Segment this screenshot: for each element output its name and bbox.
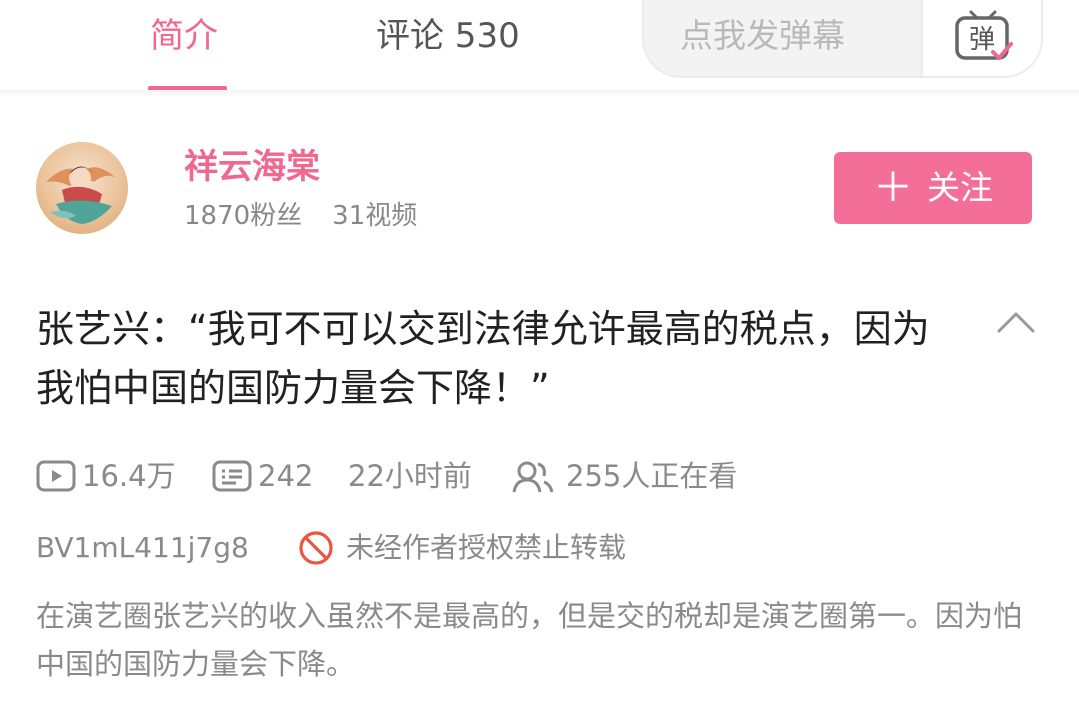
danmaku-toggle-button[interactable]: 弹	[921, 0, 1041, 76]
forbidden-icon	[299, 531, 333, 565]
uploader-stats: 1870粉丝 31视频	[184, 198, 417, 234]
tab-divider	[0, 90, 1079, 98]
play-icon	[36, 460, 76, 492]
danmaku-count-value: 242	[258, 459, 314, 493]
avatar[interactable]	[36, 142, 128, 234]
avatar-image	[46, 166, 116, 224]
danmaku-toggle-icon: 弹	[955, 10, 1013, 60]
danmaku-toggle-glyph: 弹	[969, 25, 995, 55]
video-title: 张艺兴：“我可不可以交到法律允许最高的税点，因为我怕中国的国防力量会下降！”	[36, 307, 930, 410]
copyright-notice: 未经作者授权禁止转载	[346, 531, 627, 564]
danmaku-input[interactable]: 点我发弹幕	[680, 14, 845, 58]
uploader-name[interactable]: 祥云海棠	[184, 144, 320, 190]
bvid: BV1mL411j7g8	[36, 531, 249, 564]
follower-count: 1870粉丝	[184, 201, 303, 231]
follow-button[interactable]: ＋ 关注	[834, 152, 1032, 224]
publish-time-value: 22小时前	[348, 459, 472, 493]
plus-icon: ＋	[873, 165, 913, 211]
tab-comments[interactable]: 评论 530	[376, 14, 520, 58]
live-viewers-value: 255人正在看	[566, 459, 738, 493]
danmaku-input-box[interactable]: 点我发弹幕 弹	[642, 0, 1043, 78]
chevron-up-icon[interactable]	[996, 310, 1036, 334]
play-count-value: 16.4万	[82, 459, 176, 493]
tab-bar: 简介 评论 530 点我发弹幕 弹	[0, 0, 1079, 91]
video-count: 31视频	[332, 201, 418, 231]
follow-label: 关注	[927, 168, 993, 207]
publish-time: 22小时前	[348, 454, 472, 498]
viewers-icon	[512, 461, 554, 493]
danmaku-icon	[212, 460, 252, 492]
video-description: 在演艺圈张艺兴的收入虽然不是最高的，但是交的税却是演艺圈第一。因为怕中国的国防力…	[36, 599, 1023, 681]
tab-intro[interactable]: 简介	[150, 14, 218, 58]
video-detail-page: 简介 评论 530 点我发弹幕 弹 祥云海棠 1870粉丝 31视频 ＋ 关注 …	[0, 0, 1079, 711]
